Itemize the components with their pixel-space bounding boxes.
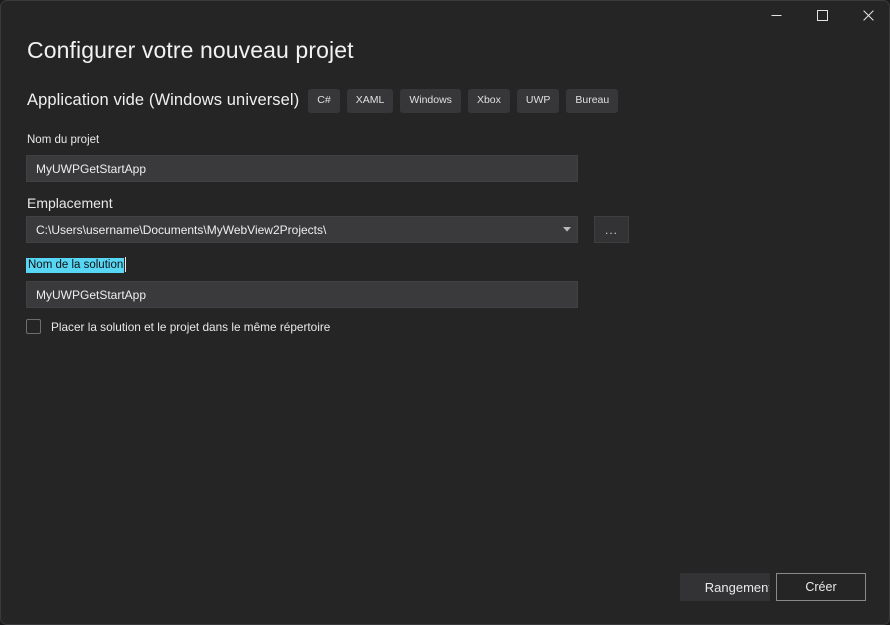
browse-location-button[interactable]: ... xyxy=(594,216,629,243)
project-name-label: Nom du projet xyxy=(27,134,99,146)
template-tag-xaml: XAML xyxy=(347,89,394,113)
template-tag-windows: Windows xyxy=(400,89,461,113)
template-tag-bureau: Bureau xyxy=(566,89,618,113)
location-value: C:\Users\username\Documents\MyWebView2Pr… xyxy=(27,223,557,237)
back-button[interactable]: Rangement xyxy=(680,573,770,601)
solution-name-input[interactable]: MyUWPGetStartApp xyxy=(26,281,578,308)
back-button-label: Rangement xyxy=(705,580,770,595)
same-directory-checkbox[interactable] xyxy=(26,319,41,334)
maximize-icon xyxy=(817,10,828,21)
maximize-button[interactable] xyxy=(799,1,845,30)
location-label: Emplacement xyxy=(27,195,113,211)
template-name: Application vide (Windows universel) xyxy=(27,91,299,110)
chevron-down-icon[interactable] xyxy=(557,227,577,232)
minimize-icon xyxy=(771,10,782,21)
same-directory-label: Placer la solution et le projet dans le … xyxy=(51,320,330,334)
template-tag-uwp: UWP xyxy=(517,89,560,113)
close-icon xyxy=(863,10,874,21)
configure-project-dialog: Configurer votre nouveau projet Applicat… xyxy=(0,0,890,625)
title-bar xyxy=(1,1,890,31)
template-tag-csharp: C# xyxy=(308,89,339,113)
template-tag-xbox: Xbox xyxy=(468,89,510,113)
close-button[interactable] xyxy=(845,1,890,30)
same-directory-row[interactable]: Placer la solution et le projet dans le … xyxy=(26,319,330,334)
project-name-input[interactable]: MyUWPGetStartApp xyxy=(26,155,578,182)
create-button-label: Créer xyxy=(805,580,836,594)
solution-name-label-text: Nom de la solution xyxy=(26,258,124,273)
template-tag-list: C# XAML Windows Xbox UWP Bureau xyxy=(308,89,618,113)
page-title: Configurer votre nouveau projet xyxy=(27,37,354,64)
create-button[interactable]: Créer xyxy=(776,573,866,601)
minimize-button[interactable] xyxy=(753,1,799,30)
location-combobox[interactable]: C:\Users\username\Documents\MyWebView2Pr… xyxy=(26,216,578,243)
solution-name-label: Nom de la solution xyxy=(26,259,124,271)
template-summary: Application vide (Windows universel) C# … xyxy=(27,89,618,113)
